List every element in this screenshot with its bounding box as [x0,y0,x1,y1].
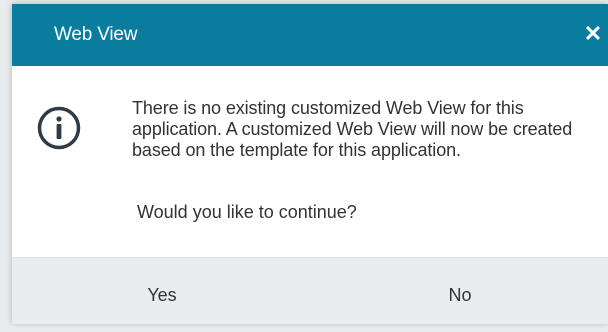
yes-button[interactable]: Yes [12,258,312,324]
dialog-footer: Yes No [12,257,608,324]
dialog-title: Web View [54,24,138,45]
dialog-question: Would you like to continue? [137,202,357,222]
dialog-titlebar: Web View ✕ [12,4,608,66]
no-button[interactable]: No [312,258,608,324]
close-icon[interactable]: ✕ [580,19,606,49]
info-icon [37,106,81,150]
web-view-dialog: Web View ✕ There is no existing customiz… [12,4,608,324]
dialog-message: There is no existing customized Web View… [132,98,573,160]
